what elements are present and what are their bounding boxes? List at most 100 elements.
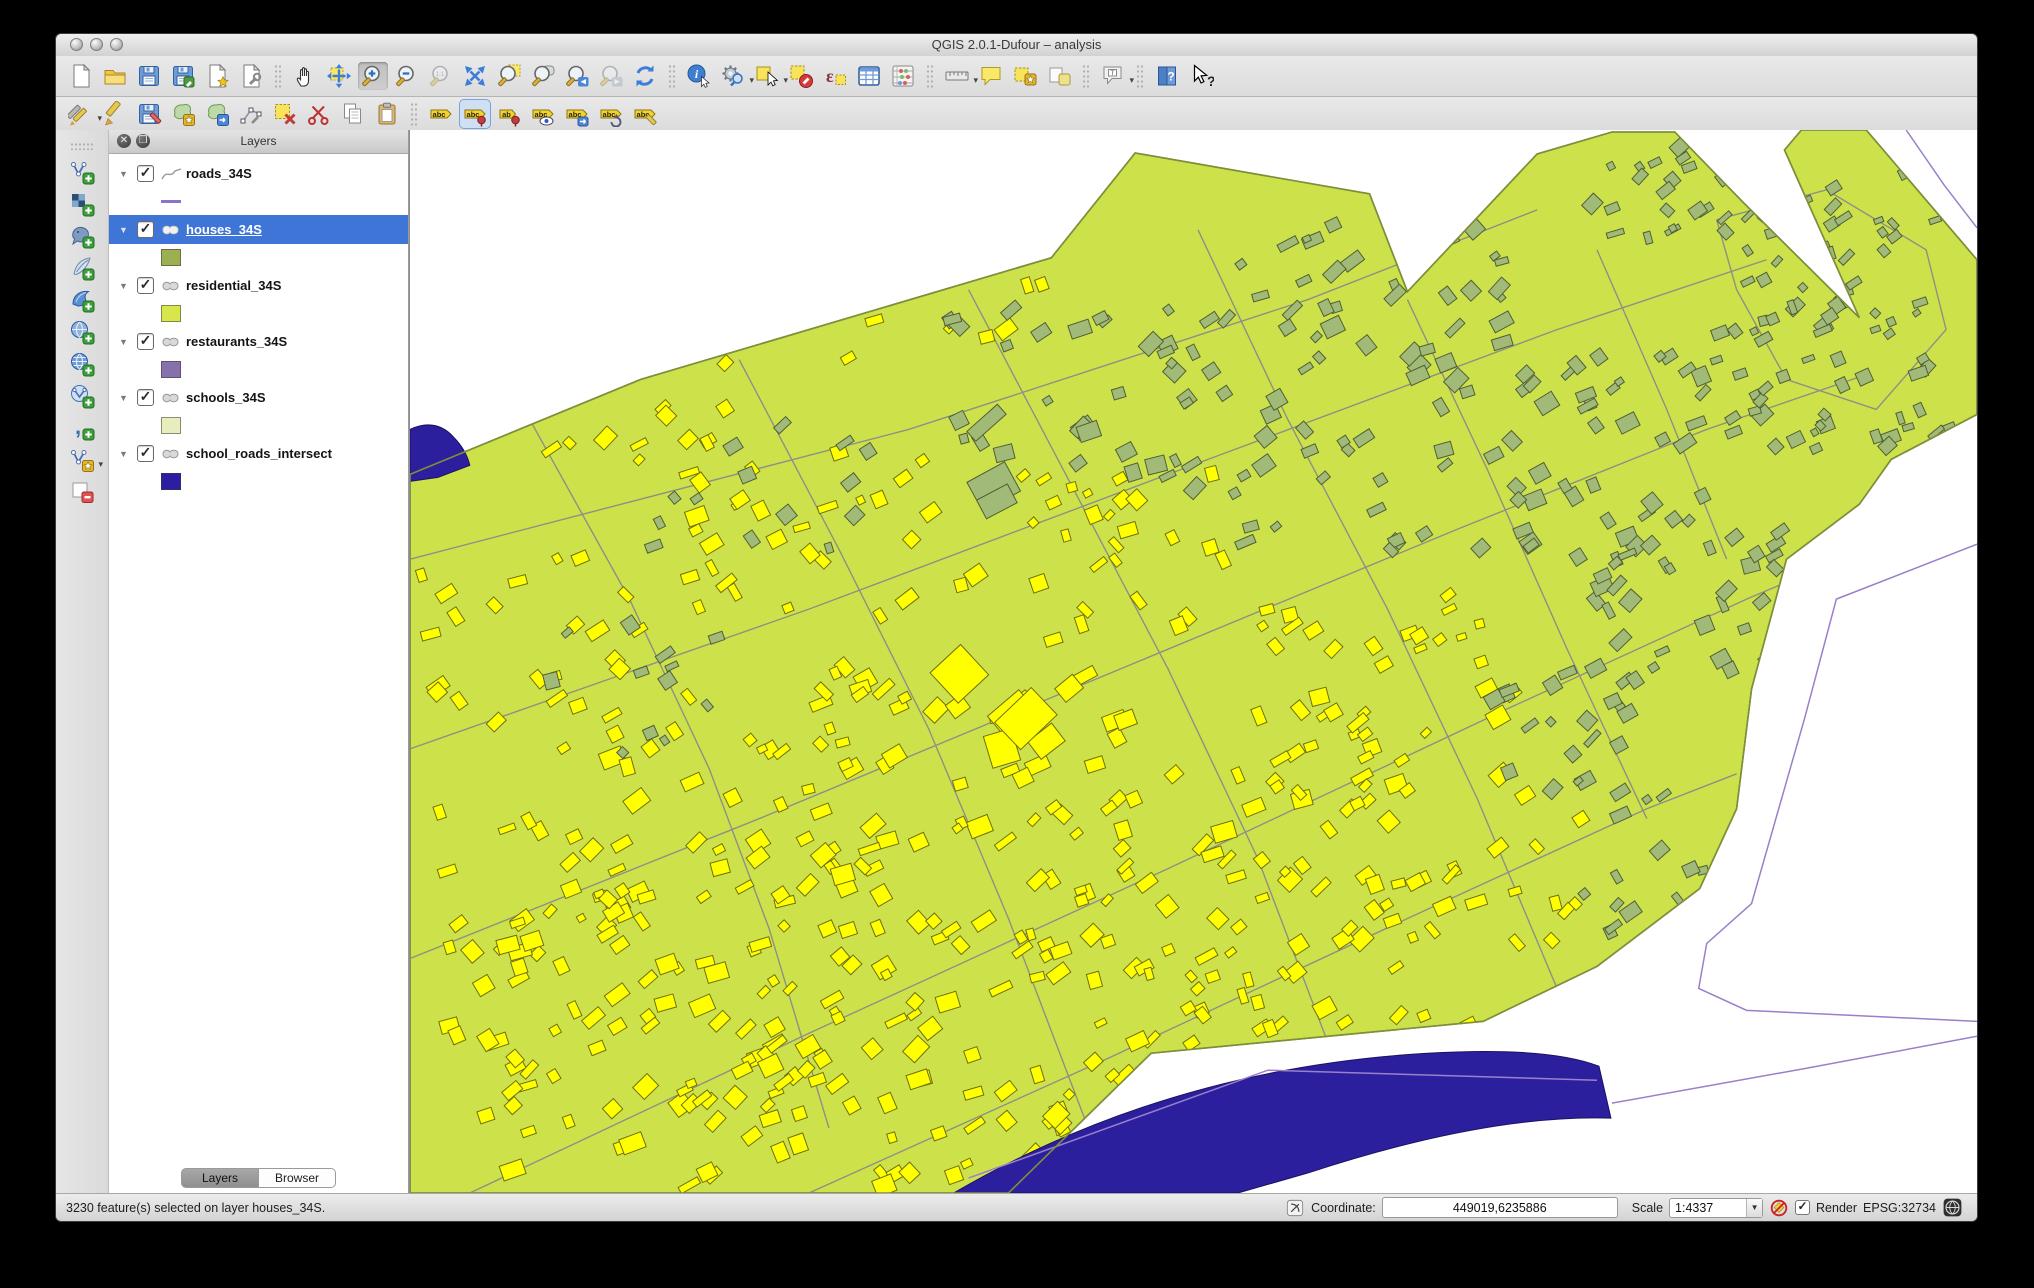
zoom-next-button[interactable] [596, 62, 626, 90]
measure-line-button[interactable]: ▾ [942, 62, 978, 90]
layer-item-restaurants_34S[interactable]: ▼ ✓ restaurants_34S [109, 327, 408, 356]
run-feature-action-button[interactable]: ▾ [718, 62, 754, 90]
open-project-button[interactable] [100, 62, 130, 90]
composer-manager-button[interactable] [236, 62, 266, 90]
change-label-properties-button[interactable]: abc [630, 100, 660, 128]
layer-labeling-options-button[interactable]: abc [426, 100, 456, 128]
rotate-label-button[interactable]: abc [596, 100, 626, 128]
show-bookmarks-button[interactable] [1044, 62, 1074, 90]
text-annotation-button[interactable]: T ▾ [1098, 62, 1134, 90]
move-label-button[interactable]: abc [562, 100, 592, 128]
zoom-in-button[interactable] [358, 62, 388, 90]
layer-item-school_roads_intersect[interactable]: ▼ ✓ school_roads_intersect [109, 439, 408, 468]
delete-selected-button[interactable] [270, 100, 300, 128]
copy-features-button[interactable] [338, 100, 368, 128]
toolbar-grip[interactable] [926, 64, 934, 88]
new-print-composer-button[interactable] [202, 62, 232, 90]
expand-triangle-icon[interactable]: ▼ [119, 337, 131, 347]
layer-item-houses_34S[interactable]: ▼ ✓ houses_34S [109, 215, 408, 244]
layer-label[interactable]: schools_34S [186, 390, 266, 405]
save-project-as-button[interactable] [168, 62, 198, 90]
deselect-features-button[interactable] [786, 62, 816, 90]
title-bar[interactable]: QGIS 2.0.1-Dufour – analysis [56, 34, 1977, 57]
map-tips-button[interactable] [976, 62, 1006, 90]
map-svg[interactable] [410, 130, 1977, 1194]
expand-triangle-icon[interactable]: ▼ [119, 169, 131, 179]
expand-triangle-icon[interactable]: ▼ [119, 281, 131, 291]
layer-item-residential_34S[interactable]: ▼ ✓ residential_34S [109, 271, 408, 300]
add-vector-layer-button[interactable] [67, 158, 97, 186]
toolbar-grip[interactable] [274, 64, 282, 88]
open-attribute-table-button[interactable] [854, 62, 884, 90]
toolbar-grip[interactable] [668, 64, 676, 88]
layer-visibility-checkbox[interactable]: ✓ [137, 333, 154, 350]
add-postgis-layer-button[interactable] [67, 222, 97, 250]
zoom-native-button[interactable]: 1:1 [426, 62, 456, 90]
zoom-last-button[interactable] [562, 62, 592, 90]
toggle-editing-button[interactable] [100, 100, 130, 128]
layer-label[interactable]: houses_34S [186, 222, 262, 237]
dropdown-arrow-icon[interactable]: ▾ [98, 459, 103, 470]
pin-labels-button[interactable]: abc [459, 98, 491, 129]
field-calculator-button[interactable] [888, 62, 918, 90]
dropdown-arrow-icon[interactable]: ▾ [1129, 75, 1134, 86]
whats-this-button[interactable]: ? [1186, 62, 1216, 90]
add-wms-layer-button[interactable] [67, 350, 97, 378]
expand-triangle-icon[interactable]: ▼ [119, 393, 131, 403]
scale-combobox[interactable]: 1:4337 ▼ [1669, 1197, 1764, 1218]
select-features-button[interactable]: ▾ [752, 62, 788, 90]
add-delimited-text-layer-button[interactable]: , [67, 414, 97, 442]
layer-visibility-checkbox[interactable]: ✓ [137, 389, 154, 406]
zoom-to-layer-button[interactable] [528, 62, 558, 90]
zoom-full-button[interactable] [460, 62, 490, 90]
new-shapefile-layer-button[interactable]: ▾ [67, 446, 103, 474]
coordinate-input[interactable] [1381, 1197, 1618, 1218]
pan-map-button[interactable] [290, 62, 320, 90]
layer-item-roads_34S[interactable]: ▼ ✓ roads_34S [109, 159, 408, 188]
scale-dropdown-icon[interactable]: ▼ [1746, 1198, 1763, 1217]
layer-label[interactable]: residential_34S [186, 278, 281, 293]
highlight-pinned-labels-button[interactable]: ab [494, 100, 524, 128]
new-project-button[interactable] [66, 62, 96, 90]
add-oracle-layer-button[interactable] [67, 318, 97, 346]
layer-visibility-checkbox[interactable]: ✓ [137, 221, 154, 238]
add-mssql-layer-button[interactable] [67, 286, 97, 314]
select-by-expression-button[interactable]: ε [820, 62, 850, 90]
panel-tab-layers[interactable]: Layers [181, 1168, 259, 1188]
refresh-map-button[interactable] [630, 62, 660, 90]
add-spatialite-layer-button[interactable] [67, 254, 97, 282]
show-hide-labels-button[interactable]: abc [528, 100, 558, 128]
new-bookmark-button[interactable] [1010, 62, 1040, 90]
expand-triangle-icon[interactable]: ▼ [119, 449, 131, 459]
layer-visibility-checkbox[interactable]: ✓ [137, 445, 154, 462]
cut-features-button[interactable] [304, 100, 334, 128]
layer-visibility-checkbox[interactable]: ✓ [137, 277, 154, 294]
add-feature-button[interactable] [168, 100, 198, 128]
pan-to-selection-button[interactable] [324, 62, 354, 90]
node-tool-button[interactable] [236, 100, 266, 128]
zoom-out-button[interactable] [392, 62, 422, 90]
remove-layer-button[interactable] [67, 478, 97, 506]
toolbar-grip[interactable] [1082, 64, 1090, 88]
expand-triangle-icon[interactable]: ▼ [119, 225, 131, 235]
layer-label[interactable]: school_roads_intersect [186, 446, 332, 461]
save-project-button[interactable] [134, 62, 164, 90]
toolbar-grip[interactable] [1136, 64, 1144, 88]
toolbar-grip[interactable] [70, 142, 94, 150]
coordinate-capture-icon[interactable] [1285, 1198, 1305, 1218]
paste-features-button[interactable] [372, 100, 402, 128]
layer-visibility-checkbox[interactable]: ✓ [137, 165, 154, 182]
layer-item-schools_34S[interactable]: ▼ ✓ schools_34S [109, 383, 408, 412]
map-canvas[interactable] [409, 130, 1977, 1194]
panel-tab-browser[interactable]: Browser [259, 1168, 336, 1188]
toolbar-grip[interactable] [410, 101, 418, 126]
move-feature-button[interactable] [202, 100, 232, 128]
help-contents-button[interactable]: ? [1152, 62, 1182, 90]
current-edits-button[interactable]: ▾ [66, 100, 102, 128]
layer-label[interactable]: restaurants_34S [186, 334, 287, 349]
add-wfs-layer-button[interactable] [67, 382, 97, 410]
add-raster-layer-button[interactable] [67, 190, 97, 218]
stop-render-icon[interactable] [1769, 1198, 1789, 1218]
layer-label[interactable]: roads_34S [186, 166, 252, 181]
save-layer-edits-button[interactable] [134, 100, 164, 128]
